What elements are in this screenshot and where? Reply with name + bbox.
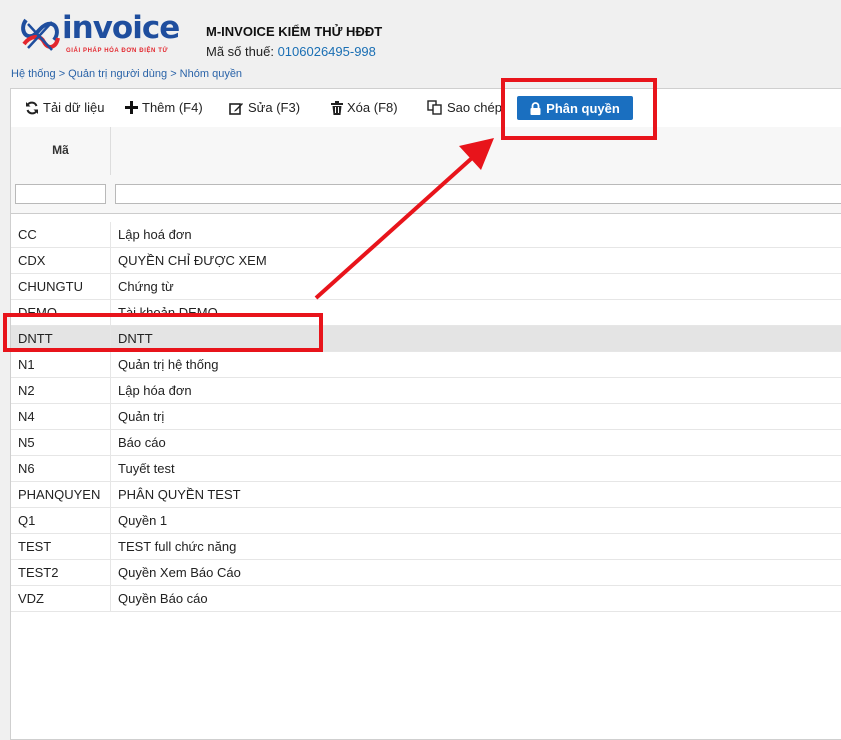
edit-label: Sửa (F3) [248, 100, 301, 115]
toolbar: Tải dữ liệu Thêm (F4) Sửa (F3) Xóa (F8) [11, 89, 841, 128]
cell-code: VDZ [18, 591, 44, 606]
cell-divider [110, 456, 111, 481]
edit-icon [229, 102, 243, 115]
cell-name: DNTT [118, 331, 153, 346]
copy-button[interactable]: Sao chép [427, 100, 502, 115]
lock-icon [530, 101, 541, 115]
cell-code: CC [18, 227, 37, 242]
tax-code-line: Mã số thuế: 0106026495-998 [206, 44, 376, 59]
permission-label: Phân quyền [546, 100, 620, 116]
copy-label: Sao chép [447, 100, 502, 115]
plus-icon [125, 101, 138, 114]
table-row[interactable]: DEMO Tài khoản DEMO [11, 300, 841, 326]
cell-code: TEST [18, 539, 52, 554]
cell-code: CDX [18, 253, 46, 268]
cell-name: QUYỀN CHỈ ĐƯỢC XEM [118, 253, 267, 268]
cell-code: DNTT [18, 331, 53, 346]
name-filter-input[interactable] [115, 184, 841, 204]
cell-code: PHANQUYEN [18, 487, 101, 502]
cell-name: Quản trị hệ thống [118, 357, 219, 372]
cell-divider [110, 248, 111, 273]
table-row[interactable]: N4 Quản trị [11, 404, 841, 430]
cell-divider [110, 352, 111, 377]
company-name: M-INVOICE KIỂM THỬ HĐĐT [206, 24, 383, 39]
table-row[interactable]: N6 Tuyết test [11, 456, 841, 482]
table-row[interactable]: N2 Lập hóa đơn [11, 378, 841, 404]
trash-icon [331, 100, 343, 115]
cell-divider [110, 378, 111, 403]
cell-divider [110, 326, 111, 351]
column-header-code[interactable]: Mã [11, 143, 110, 157]
cell-name: Quyền 1 [118, 513, 168, 528]
table-row[interactable]: PHANQUYEN PHÂN QUYỀN TEST [11, 482, 841, 508]
cell-name: Lập hoá đơn [118, 227, 192, 242]
logo-tagline: GIẢI PHÁP HÓA ĐƠN ĐIỆN TỬ [66, 48, 169, 54]
tax-code-value: 0106026495-998 [277, 44, 376, 59]
cell-divider [110, 560, 111, 585]
main-panel: Tải dữ liệu Thêm (F4) Sửa (F3) Xóa (F8) [10, 88, 841, 740]
table-row[interactable]: CHUNGTU Chứng từ [11, 274, 841, 300]
cell-divider [110, 534, 111, 559]
cell-divider [110, 586, 111, 611]
refresh-icon [26, 101, 38, 114]
table-row[interactable]: CDX QUYỀN CHỈ ĐƯỢC XEM [11, 248, 841, 274]
logo-mark-icon [21, 18, 60, 51]
cell-divider [110, 300, 111, 325]
cell-name: Quyền Báo cáo [118, 591, 208, 606]
cell-name: Tuyết test [118, 461, 175, 476]
grid-header: Mã [11, 127, 841, 176]
cell-code: N2 [18, 383, 35, 398]
code-filter-input[interactable] [15, 184, 106, 204]
reload-label: Tải dữ liệu [43, 100, 105, 115]
filter-row [11, 175, 841, 214]
cell-code: N1 [18, 357, 35, 372]
minvoice-logo: invoice GIẢI PHÁP HÓA ĐƠN ĐIỆN TỬ [18, 10, 188, 60]
cell-name: Tài khoản DEMO [118, 305, 218, 320]
table-row[interactable]: DNTT DNTT [11, 326, 841, 352]
cell-name: Báo cáo [118, 435, 166, 450]
breadcrumb[interactable]: Hệ thống > Quản trị người dùng > Nhóm qu… [11, 68, 242, 80]
cell-code: N4 [18, 409, 35, 424]
cell-name: Quản trị [118, 409, 165, 424]
table-row[interactable]: CC Lập hoá đơn [11, 222, 841, 248]
logo-word: invoice [62, 10, 180, 46]
cell-code: N5 [18, 435, 35, 450]
table-row[interactable]: TEST2 Quyền Xem Báo Cáo [11, 560, 841, 586]
edit-button[interactable]: Sửa (F3) [229, 100, 300, 115]
cell-divider [110, 404, 111, 429]
cell-name: PHÂN QUYỀN TEST [118, 487, 241, 502]
column-divider [110, 127, 111, 175]
table-row[interactable]: TEST TEST full chức năng [11, 534, 841, 560]
tax-code-label: Mã số thuế: [206, 44, 274, 59]
table-row[interactable]: N1 Quản trị hệ thống [11, 352, 841, 378]
delete-button[interactable]: Xóa (F8) [331, 100, 398, 115]
cell-name: TEST full chức năng [118, 539, 237, 554]
cell-name: Quyền Xem Báo Cáo [118, 565, 241, 580]
cell-code: Q1 [18, 513, 36, 528]
cell-divider [110, 508, 111, 533]
cell-code: CHUNGTU [18, 279, 83, 294]
table-row[interactable]: VDZ Quyền Báo cáo [11, 586, 841, 612]
cell-code: N6 [18, 461, 35, 476]
cell-name: Chứng từ [118, 279, 174, 294]
cell-code: DEMO [18, 305, 57, 320]
delete-label: Xóa (F8) [347, 100, 398, 115]
cell-code: TEST2 [18, 565, 59, 580]
cell-name: Lập hóa đơn [118, 383, 192, 398]
table-row[interactable]: Q1 Quyền 1 [11, 508, 841, 534]
reload-button[interactable]: Tải dữ liệu [25, 100, 104, 115]
cell-divider [110, 430, 111, 455]
permission-button[interactable]: Phân quyền [517, 96, 633, 120]
add-label: Thêm (F4) [142, 100, 203, 115]
cell-divider [110, 274, 111, 299]
add-button[interactable]: Thêm (F4) [125, 100, 203, 115]
cell-divider [110, 222, 111, 247]
table-row[interactable]: N5 Báo cáo [11, 430, 841, 456]
cell-divider [110, 482, 111, 507]
copy-icon [427, 100, 442, 115]
grid-body: CC Lập hoá đơn CDX QUYỀN CHỈ ĐƯỢC XEM CHUNGT… [11, 222, 841, 612]
app-header: invoice GIẢI PHÁP HÓA ĐƠN ĐIỆN TỬ M-INVO… [0, 0, 841, 80]
